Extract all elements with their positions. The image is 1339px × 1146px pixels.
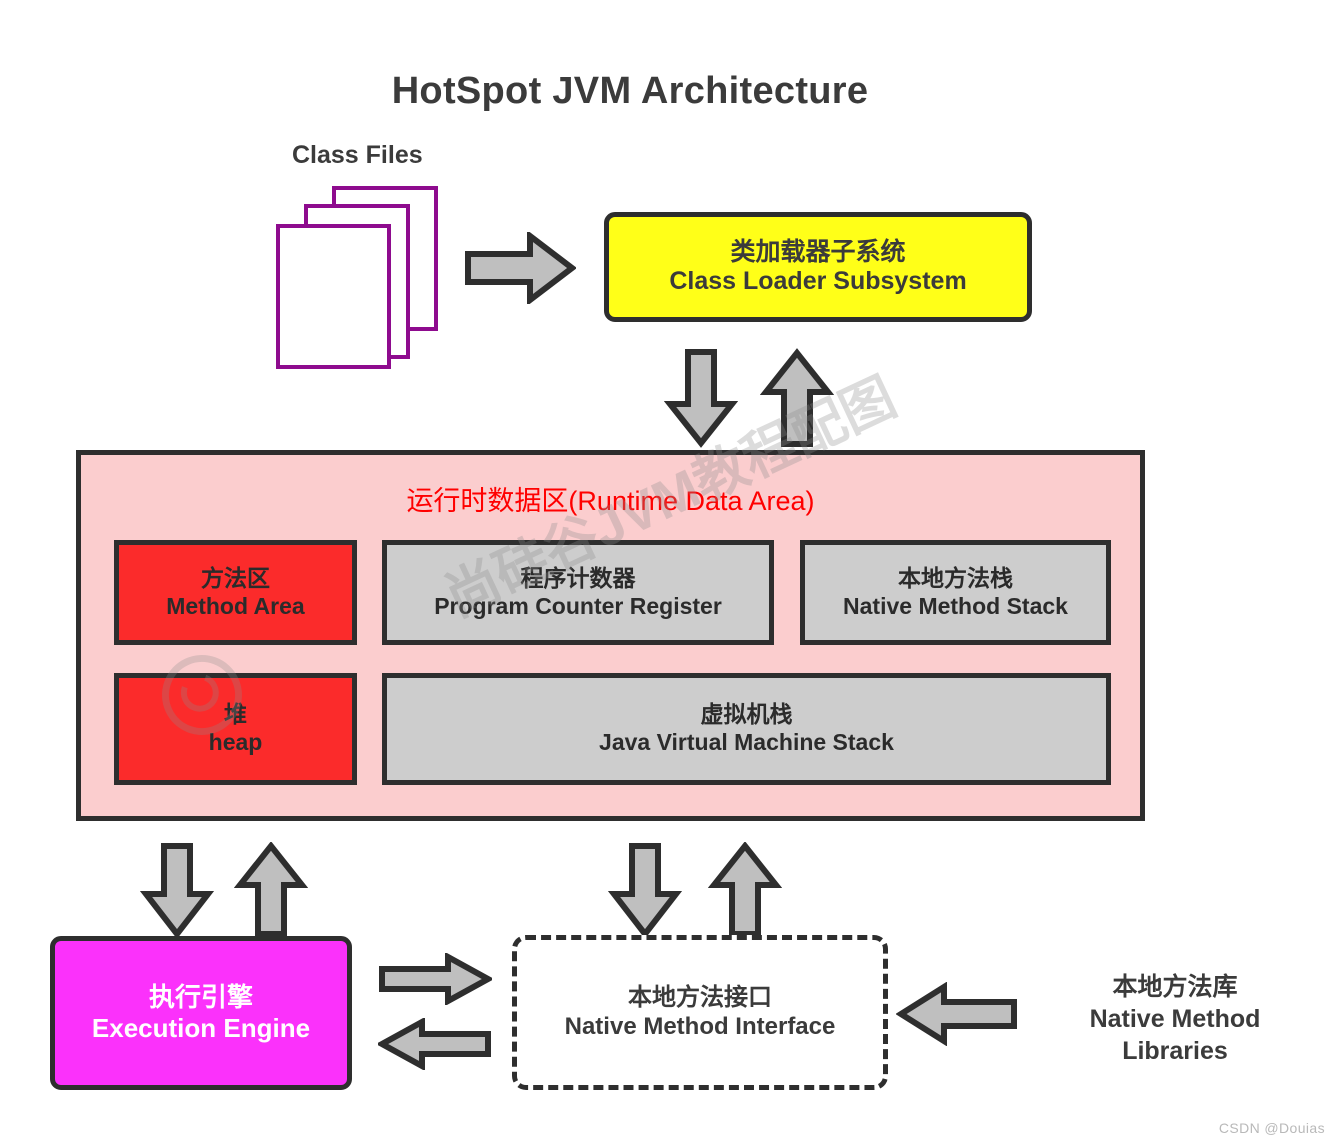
arrow-runtime-to-class-loader-up-icon — [759, 348, 835, 453]
arrow-class-loader-to-runtime-down-icon — [663, 348, 739, 453]
class-loader-subsystem-box[interactable]: 类加载器子系统 Class Loader Subsystem — [604, 212, 1032, 322]
native-method-libraries-label: 本地方法库 Native Method Libraries — [1030, 971, 1320, 1067]
native-method-libraries-label-cn: 本地方法库 — [1112, 973, 1238, 1001]
arrow-execution-engine-to-runtime-up-icon — [233, 841, 309, 943]
runtime-data-area-container: 运行时数据区(Runtime Data Area) 方法区 Method Are… — [76, 450, 1145, 821]
execution-engine-label-cn: 执行引擎 — [148, 982, 253, 1013]
jvm-stack-label-cn: 虚拟机栈 — [700, 701, 793, 728]
arrow-native-interface-to-runtime-up-icon — [707, 841, 783, 943]
native-method-stack-label-en: Native Method Stack — [843, 592, 1068, 619]
method-area-label-cn: 方法区 — [201, 564, 270, 591]
page-title: HotSpot JVM Architecture — [391, 70, 869, 112]
program-counter-register-box[interactable]: 程序计数器 Program Counter Register — [382, 540, 774, 645]
program-counter-label-cn: 程序计数器 — [520, 564, 636, 591]
arrow-class-files-to-class-loader-icon — [464, 229, 577, 309]
program-counter-label-en: Program Counter Register — [434, 592, 722, 619]
execution-engine-label-en: Execution Engine — [91, 1013, 311, 1043]
class-loader-label-cn: 类加载器子系统 — [730, 237, 906, 266]
native-method-interface-label-en: Native Method Interface — [564, 1012, 836, 1040]
method-area-box[interactable]: 方法区 Method Area — [114, 540, 357, 645]
native-method-stack-label-cn: 本地方法栈 — [898, 564, 1013, 591]
arrow-execution-engine-to-native-interface-right-icon — [378, 951, 495, 1010]
arrow-native-interface-to-execution-engine-left-icon — [375, 1016, 492, 1075]
arrow-runtime-to-execution-engine-down-icon — [139, 842, 215, 943]
heap-label-cn: 堆 — [224, 701, 247, 728]
native-method-interface-label-cn: 本地方法接口 — [628, 984, 772, 1012]
native-method-stack-box[interactable]: 本地方法栈 Native Method Stack — [800, 540, 1111, 645]
native-method-interface-box[interactable]: 本地方法接口 Native Method Interface — [512, 935, 888, 1090]
arrow-runtime-to-native-interface-down-icon — [607, 842, 683, 943]
class-file-sheet — [276, 224, 391, 369]
method-area-label-en: Method Area — [166, 592, 305, 619]
execution-engine-box[interactable]: 执行引擎 Execution Engine — [50, 936, 352, 1090]
jvm-stack-label-en: Java Virtual Machine Stack — [599, 729, 894, 755]
jvm-architecture-diagram: HotSpot JVM Architecture Class Files 类加载… — [0, 0, 1339, 1146]
watermark-corner-text: CSDN @Douias — [1218, 1120, 1325, 1136]
arrow-native-libraries-to-native-interface-left-icon — [895, 981, 1018, 1051]
runtime-data-area-title: 运行时数据区(Runtime Data Area) — [406, 486, 815, 516]
heap-label-en: heap — [208, 729, 263, 755]
native-method-libraries-label-en-line1: Native Method — [1089, 1005, 1261, 1033]
class-files-label: Class Files — [292, 141, 423, 169]
native-method-libraries-label-en-line2: Libraries — [1122, 1037, 1228, 1065]
java-virtual-machine-stack-box[interactable]: 虚拟机栈 Java Virtual Machine Stack — [382, 673, 1111, 785]
class-files-icon — [276, 186, 446, 376]
heap-box[interactable]: 堆 heap — [114, 673, 357, 785]
class-loader-label-en: Class Loader Subsystem — [669, 267, 967, 295]
